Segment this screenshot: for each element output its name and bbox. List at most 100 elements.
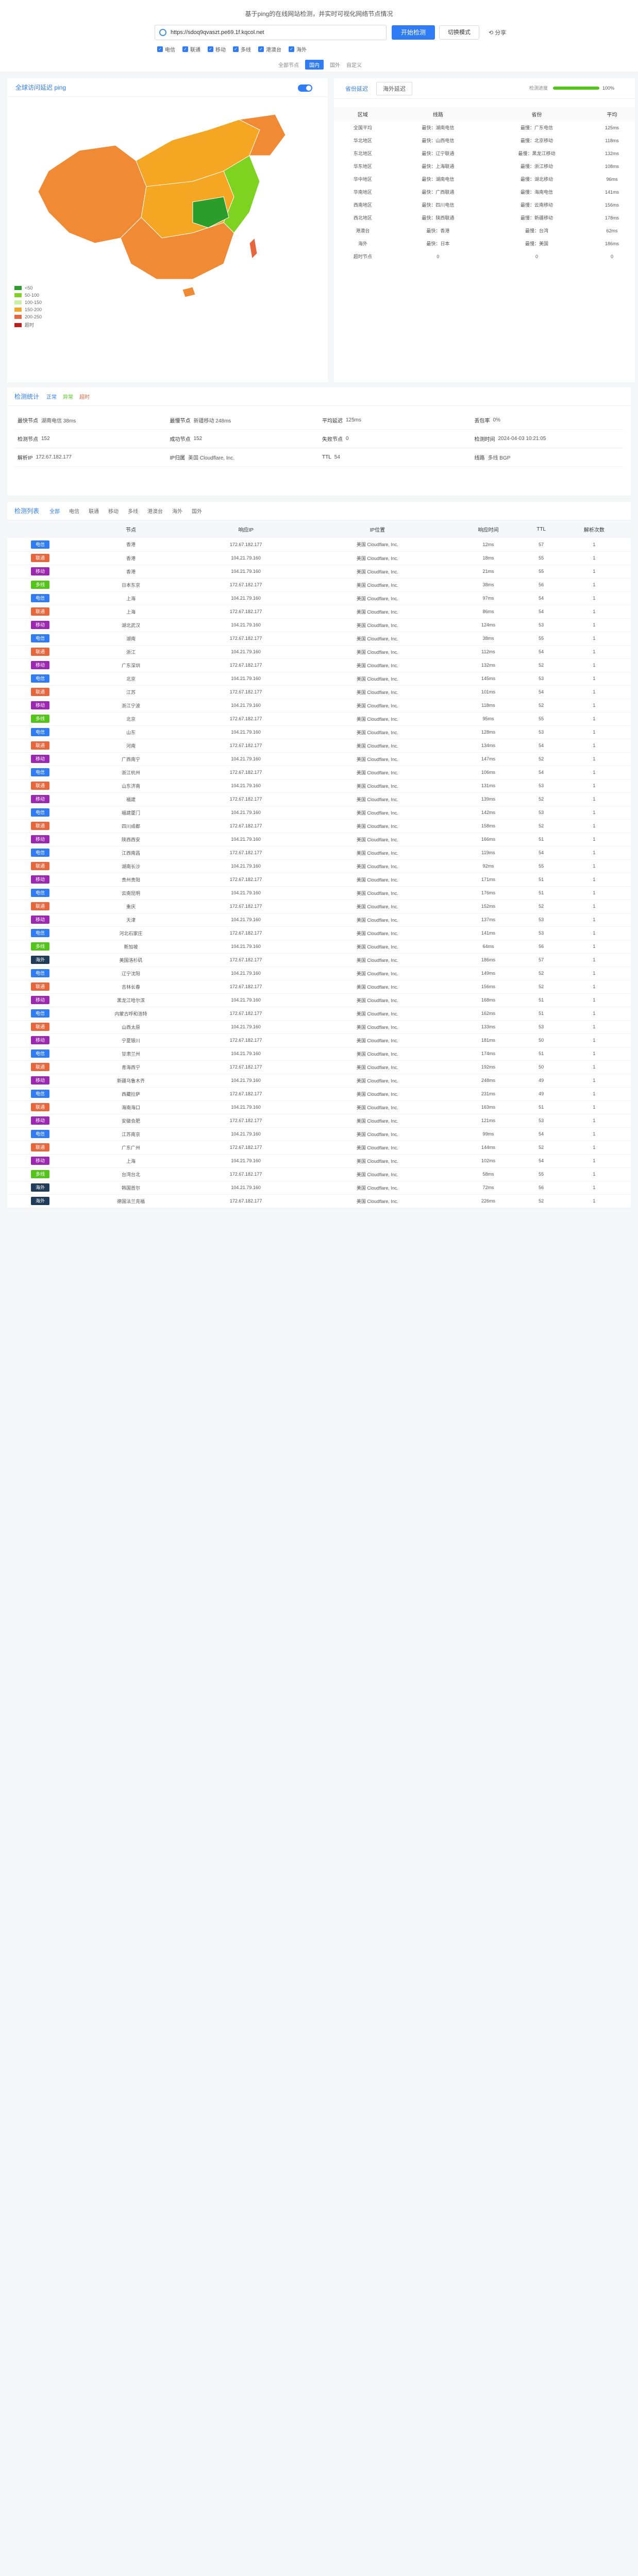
detail-filter[interactable]: 全部 [49,507,60,515]
isp-cell: 移动 [7,565,73,579]
map-title: 全球访问延迟 ping [7,78,328,97]
stats-cell: 最慢：台湾 [525,228,549,233]
detail-cell: 51 [525,1047,558,1061]
detail-filter[interactable]: 联通 [89,507,99,515]
summary-filter[interactable]: 异常 [63,393,73,400]
share-button[interactable]: ⟲ 分享 [489,28,506,37]
detail-filter[interactable]: 电信 [69,507,79,515]
map-toggle[interactable] [298,84,312,92]
isp-option[interactable]: ✓ 电信 [157,45,175,53]
page: 基于ping的在线网站检测，并实时可视化网络节点情况 https://sdoq9… [0,0,638,1229]
table-row: 移动 香港 104.21.79.160 美国 Cloudflare, Inc. 21ms… [7,565,631,579]
table-row: 移动 贵州贵阳 172.67.182.177 美国 Cloudflare, Inc. 1… [7,873,631,887]
map-region-taiwan[interactable] [249,237,258,260]
scope-option[interactable]: 国外 [330,61,340,69]
isp-cell: 多线 [7,940,73,954]
multi-mode-button[interactable]: 切换模式 [439,25,480,40]
detail-cell: 57 [525,538,558,552]
isp-option[interactable]: ✓ 联通 [182,45,200,53]
isp-cell: 移动 [7,618,73,632]
detail-cell: 172.67.182.177 [188,953,304,967]
detail-filter[interactable]: 多线 [128,507,138,515]
table-row: 联通 浙江 104.21.79.160 美国 Cloudflare, Inc. 112m… [7,645,631,659]
detail-cell: 99ms [451,1127,525,1141]
detail-cell: 美国 Cloudflare, Inc. [303,833,452,846]
detail-cell: 172.67.182.177 [188,658,304,672]
stats-cell: 156ms [605,202,619,208]
detail-cell: 104.21.79.160 [188,752,304,766]
isp-cell: 电信 [7,806,73,820]
isp-option[interactable]: ✓ 海外 [289,45,307,53]
isp-cell: 联通 [7,551,73,565]
detail-cell: 美国 Cloudflare, Inc. [303,1114,452,1128]
summary-key: 最快节点 [18,418,38,424]
isp-badge: 多线 [30,581,49,589]
detail-cell: 美国 Cloudflare, Inc. [303,752,452,766]
table-row: 联通 山东济南 104.21.79.160 美国 Cloudflare, Inc. 13… [7,779,631,793]
isp-cell: 电信 [7,538,73,552]
isp-badge: 电信 [30,1130,49,1138]
stats-cell: 最快：辽宁联通 [422,151,455,156]
detail-header: 检测列表 全部 电信 联通 移动 多线 港澳台 海外 国外 [7,502,631,520]
summary-filter[interactable]: 超时 [79,393,90,400]
detail-cell: 江西南昌 [73,846,189,860]
isp-cell: 联通 [7,1060,73,1074]
summary-value: 新疆移动 248ms [193,418,231,424]
detail-filter[interactable]: 移动 [108,507,119,515]
summary-filter[interactable]: 正常 [46,393,57,400]
detail-filter[interactable]: 海外 [172,507,182,515]
isp-badge: 移动 [30,1116,49,1125]
url-input[interactable]: https://sdoq9qvaszt.pe69.1f.kqcol.net [155,25,387,40]
stats-cell: 西南地区 [353,202,372,208]
detail-cell: 53 [525,672,558,686]
scope-option[interactable]: 自定义 [346,61,362,69]
table-row: 电信 辽宁沈阳 104.21.79.160 美国 Cloudflare, Inc. 14… [7,967,631,980]
detail-cell: 1 [557,645,631,659]
detail-cell: 51 [525,1100,558,1114]
table-row: 联通 香港 104.21.79.160 美国 Cloudflare, Inc. 18ms… [7,551,631,565]
isp-option[interactable]: ✓ 港澳台 [258,45,281,53]
detail-cell: 104.21.79.160 [188,806,304,820]
legend-item: <50 [14,285,42,291]
legend-swatch [14,286,22,290]
tab-province[interactable]: 省份延迟 [339,82,374,95]
isp-cell: 移动 [7,993,73,1007]
detail-cell: 海南海口 [73,1100,189,1114]
legend-item: 200-250 [14,314,42,319]
stats-cell: 125ms [605,125,619,130]
isp-cell: 电信 [7,672,73,686]
detail-cell: 福建 [73,792,189,806]
detail-cell: 104.21.79.160 [188,591,304,605]
summary-cell: 成功节点 152 [166,430,319,448]
legend-item: 100-150 [14,300,42,305]
legend-swatch [14,315,22,319]
stats-cell: 最慢：广东电信 [521,125,553,130]
isp-option[interactable]: ✓ 多线 [233,45,251,53]
scope-option[interactable]: 全部节点 [278,61,299,69]
map-region-hainan[interactable] [182,286,196,298]
detail-cell: 1 [557,578,631,592]
detail-cell: 美国 Cloudflare, Inc. [303,779,452,793]
tab-overseas[interactable]: 海外延迟 [376,81,412,95]
detect-button[interactable]: 开始检测 [392,25,435,40]
detail-cell: 172.67.182.177 [188,792,304,806]
detail-cell: 55 [525,859,558,873]
detail-cell: 152ms [451,900,525,913]
detail-cell: 145ms [451,672,525,686]
detail-cell: 美国 Cloudflare, Inc. [303,1127,452,1141]
stats-row: 华北地区 最快：山西电信 最慢：北京移动 118ms [334,134,635,147]
china-map[interactable] [18,109,296,336]
detail-cell: 121ms [451,1114,525,1128]
isp-cell: 海外 [7,953,73,967]
isp-badge: 联通 [30,607,49,616]
isp-option[interactable]: ✓ 移动 [208,45,226,53]
detail-cell: 172.67.182.177 [188,1194,304,1208]
isp-cell: 联通 [7,980,73,994]
detail-filter[interactable]: 港澳台 [147,507,163,515]
detail-cell: 149ms [451,967,525,980]
detail-cell: 1 [557,752,631,766]
table-row: 多线 日本东京 172.67.182.177 美国 Cloudflare, Inc. 3… [7,578,631,592]
scope-option[interactable]: 国内 [305,60,324,70]
isp-badge: 电信 [30,540,49,549]
detail-filter[interactable]: 国外 [192,507,202,515]
